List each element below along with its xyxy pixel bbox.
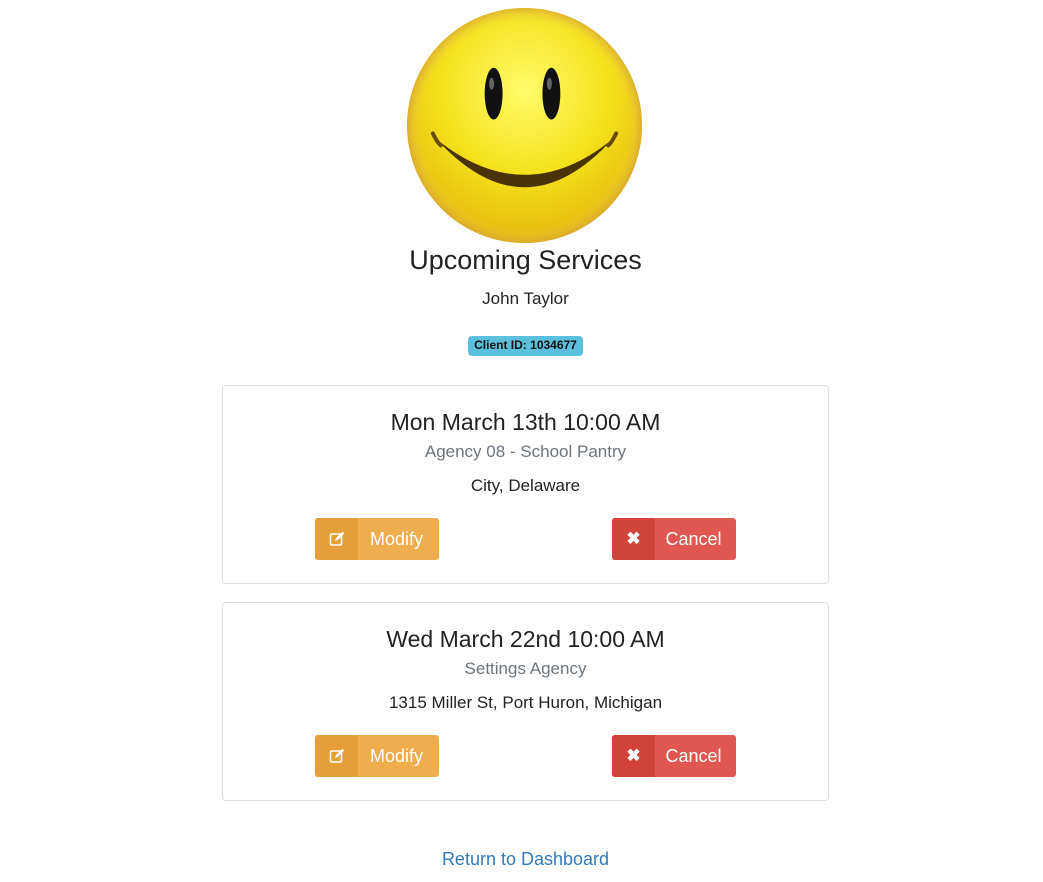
close-icon: ✖ [612,518,655,560]
return-to-dashboard-link[interactable]: Return to Dashboard [0,848,1043,870]
upcoming-services-page: Upcoming Services John Taylor Client ID:… [0,0,1043,882]
smiley-face-icon [406,7,643,244]
service-location: City, Delaware [470,476,581,495]
service-date: Wed March 22nd 10:00 AM [386,626,665,652]
modify-button-label: Modify [369,745,423,766]
service-agency: Agency 08 - School Pantry [424,442,627,461]
modify-button-label: Modify [369,528,423,549]
client-id-badge: Client ID: 1034677 [468,336,583,356]
modify-button[interactable]: Modify [315,735,439,777]
edit-icon [315,735,358,777]
service-agency: Settings Agency [464,659,587,678]
modify-button[interactable]: Modify [315,518,439,560]
cancel-button-label: Cancel [665,528,722,549]
service-card: Mon March 13th 10:00 AM Agency 08 - Scho… [222,385,829,584]
service-date: Mon March 13th 10:00 AM [390,409,661,435]
client-id-container: Client ID: 1034677 [0,336,1043,356]
page-title: Upcoming Services [409,245,642,275]
cancel-button-label: Cancel [665,745,722,766]
client-name: John Taylor [482,289,569,308]
cancel-button[interactable]: ✖ Cancel [612,735,736,777]
close-icon: ✖ [612,735,655,777]
edit-icon [315,518,358,560]
service-location: 1315 Miller St, Port Huron, Michigan [388,693,663,712]
cancel-button[interactable]: ✖ Cancel [612,518,736,560]
service-card: Wed March 22nd 10:00 AM Settings Agency … [222,602,829,801]
